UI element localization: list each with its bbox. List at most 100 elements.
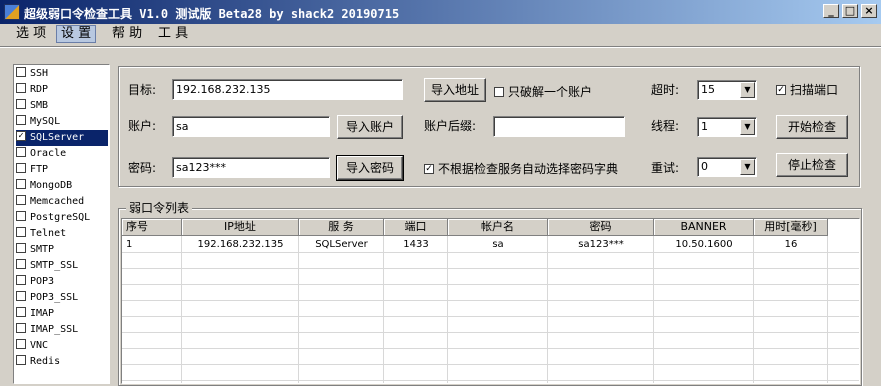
service-checkbox[interactable] [16, 275, 26, 285]
target-input[interactable]: 192.168.232.135 [172, 79, 403, 100]
close-button[interactable]: × [861, 4, 877, 18]
service-label: SMTP [30, 244, 55, 255]
retry-label: 重试: [651, 161, 680, 175]
service-item[interactable]: SMTP_SSL [16, 258, 108, 274]
service-checkbox[interactable] [16, 147, 26, 157]
import-password-button[interactable]: 导入密码 [336, 155, 404, 181]
threads-label: 线程: [651, 119, 680, 133]
service-checkbox[interactable] [16, 243, 26, 253]
column-header[interactable]: 密码 [548, 219, 654, 236]
results-table[interactable]: 序号 IP地址服 务端口 帐户名 密码 BANNER 用时[毫秒] 1 192.168.232… [121, 218, 860, 384]
service-list[interactable]: SSH RDP SMB MySQL ✓ SQLServer Oracle FTP MongoDB… [13, 64, 110, 384]
auto-dict-label: 不根据检查服务自动选择密码字典 [438, 162, 619, 176]
service-item[interactable]: IMAP [16, 306, 108, 322]
service-checkbox[interactable] [16, 323, 26, 333]
menu-bar: 选 项 设 置 帮 助 工 具 [0, 24, 881, 44]
menu-options[interactable]: 选 项 [12, 25, 50, 43]
scan-port-checkbox[interactable]: ✓ [776, 84, 786, 95]
chevron-down-icon[interactable]: ▼ [740, 159, 755, 175]
service-item[interactable]: FTP [16, 162, 108, 178]
column-header[interactable]: 端口 [384, 219, 448, 236]
import-address-button[interactable]: 导入地址 [424, 78, 486, 102]
service-item[interactable]: IMAP_SSL [16, 322, 108, 338]
timeout-value: 15 [701, 83, 715, 96]
column-header[interactable]: 序号 [122, 219, 182, 236]
account-input[interactable]: sa [172, 116, 330, 137]
service-checkbox[interactable] [16, 67, 26, 77]
service-item[interactable]: Telnet [16, 226, 108, 242]
service-checkbox[interactable] [16, 291, 26, 301]
service-item[interactable]: RDP [16, 82, 108, 98]
column-header[interactable]: IP地址 [182, 219, 299, 236]
service-item[interactable]: VNC [16, 338, 108, 354]
service-label: SQLServer [30, 132, 85, 143]
table-row[interactable]: 1 192.168.232.135 SQLServer 1433 sa sa123*** 1… [122, 237, 859, 252]
password-input[interactable]: sa123*** [172, 157, 330, 178]
scan-port-option[interactable]: ✓ 扫描端口 [776, 82, 838, 98]
crack-one-option[interactable]: 只破解一个账户 [494, 84, 592, 100]
service-item[interactable]: SSH [16, 66, 108, 82]
service-checkbox[interactable] [16, 355, 26, 365]
start-check-button[interactable]: 开始检查 [776, 115, 848, 139]
service-checkbox[interactable] [16, 115, 26, 125]
auto-dict-option[interactable]: ✓ 不根据检查服务自动选择密码字典 [424, 161, 618, 177]
service-checkbox[interactable] [16, 163, 26, 173]
grid-line [298, 236, 299, 383]
column-header[interactable]: 服 务 [299, 219, 384, 236]
maximize-button[interactable]: □ [842, 4, 858, 18]
service-item[interactable]: SMB [16, 98, 108, 114]
menu-settings[interactable]: 设 置 [56, 25, 97, 43]
service-item[interactable]: Memcached [16, 194, 108, 210]
service-label: POP3_SSL [30, 292, 79, 303]
account-label: 账户: [128, 119, 157, 133]
table-cell: SQLServer [315, 239, 368, 250]
service-checkbox[interactable] [16, 339, 26, 349]
app-icon [4, 4, 20, 20]
crack-one-label: 只破解一个账户 [508, 85, 593, 99]
table-cell: 192.168.232.135 [197, 239, 284, 250]
minimize-button[interactable]: _ [823, 4, 839, 18]
window-title: 超级弱口令检查工具 V1.0 测试版 Beta28 by shack2 2019… [24, 7, 400, 21]
service-label: PostgreSQL [30, 212, 91, 223]
service-item[interactable]: MongoDB [16, 178, 108, 194]
stop-check-button[interactable]: 停止检查 [776, 153, 848, 177]
service-label: SMB [30, 100, 49, 111]
service-checkbox[interactable] [16, 227, 26, 237]
service-checkbox[interactable] [16, 99, 26, 109]
column-header[interactable]: 用时[毫秒] [754, 219, 828, 236]
threads-select[interactable]: 1 ▼ [697, 117, 757, 137]
service-item[interactable]: Oracle [16, 146, 108, 162]
retry-select[interactable]: 0 ▼ [697, 157, 757, 177]
grid-line [122, 268, 859, 269]
service-item[interactable]: Redis [16, 354, 108, 370]
service-item[interactable]: POP3_SSL [16, 290, 108, 306]
service-checkbox[interactable] [16, 307, 26, 317]
column-header[interactable]: BANNER [654, 219, 754, 236]
chevron-down-icon[interactable]: ▼ [740, 82, 755, 98]
timeout-select[interactable]: 15 ▼ [697, 80, 757, 100]
account-suffix-input[interactable] [493, 116, 625, 137]
service-checkbox[interactable] [16, 211, 26, 221]
service-checkbox[interactable]: ✓ [16, 131, 26, 141]
import-account-button[interactable]: 导入账户 [337, 115, 403, 139]
service-item[interactable]: PostgreSQL [16, 210, 108, 226]
scan-port-label: 扫描端口 [790, 83, 839, 97]
column-header[interactable]: 帐户名 [448, 219, 548, 236]
table-cell: 1433 [403, 239, 429, 250]
service-item[interactable]: POP3 [16, 274, 108, 290]
service-checkbox[interactable] [16, 83, 26, 93]
service-checkbox[interactable] [16, 259, 26, 269]
service-checkbox[interactable] [16, 179, 26, 189]
service-item[interactable]: ✓ SQLServer [16, 130, 108, 146]
menu-tools[interactable]: 工 具 [154, 25, 192, 43]
service-item[interactable]: SMTP [16, 242, 108, 258]
grid-line [653, 236, 654, 383]
crack-one-checkbox[interactable] [494, 86, 504, 97]
menu-help[interactable]: 帮 助 [108, 25, 146, 43]
chevron-down-icon[interactable]: ▼ [740, 119, 755, 135]
service-item[interactable]: MySQL [16, 114, 108, 130]
auto-dict-checkbox[interactable]: ✓ [424, 163, 434, 174]
password-label: 密码: [128, 161, 157, 175]
menu-divider [0, 46, 881, 48]
service-checkbox[interactable] [16, 195, 26, 205]
